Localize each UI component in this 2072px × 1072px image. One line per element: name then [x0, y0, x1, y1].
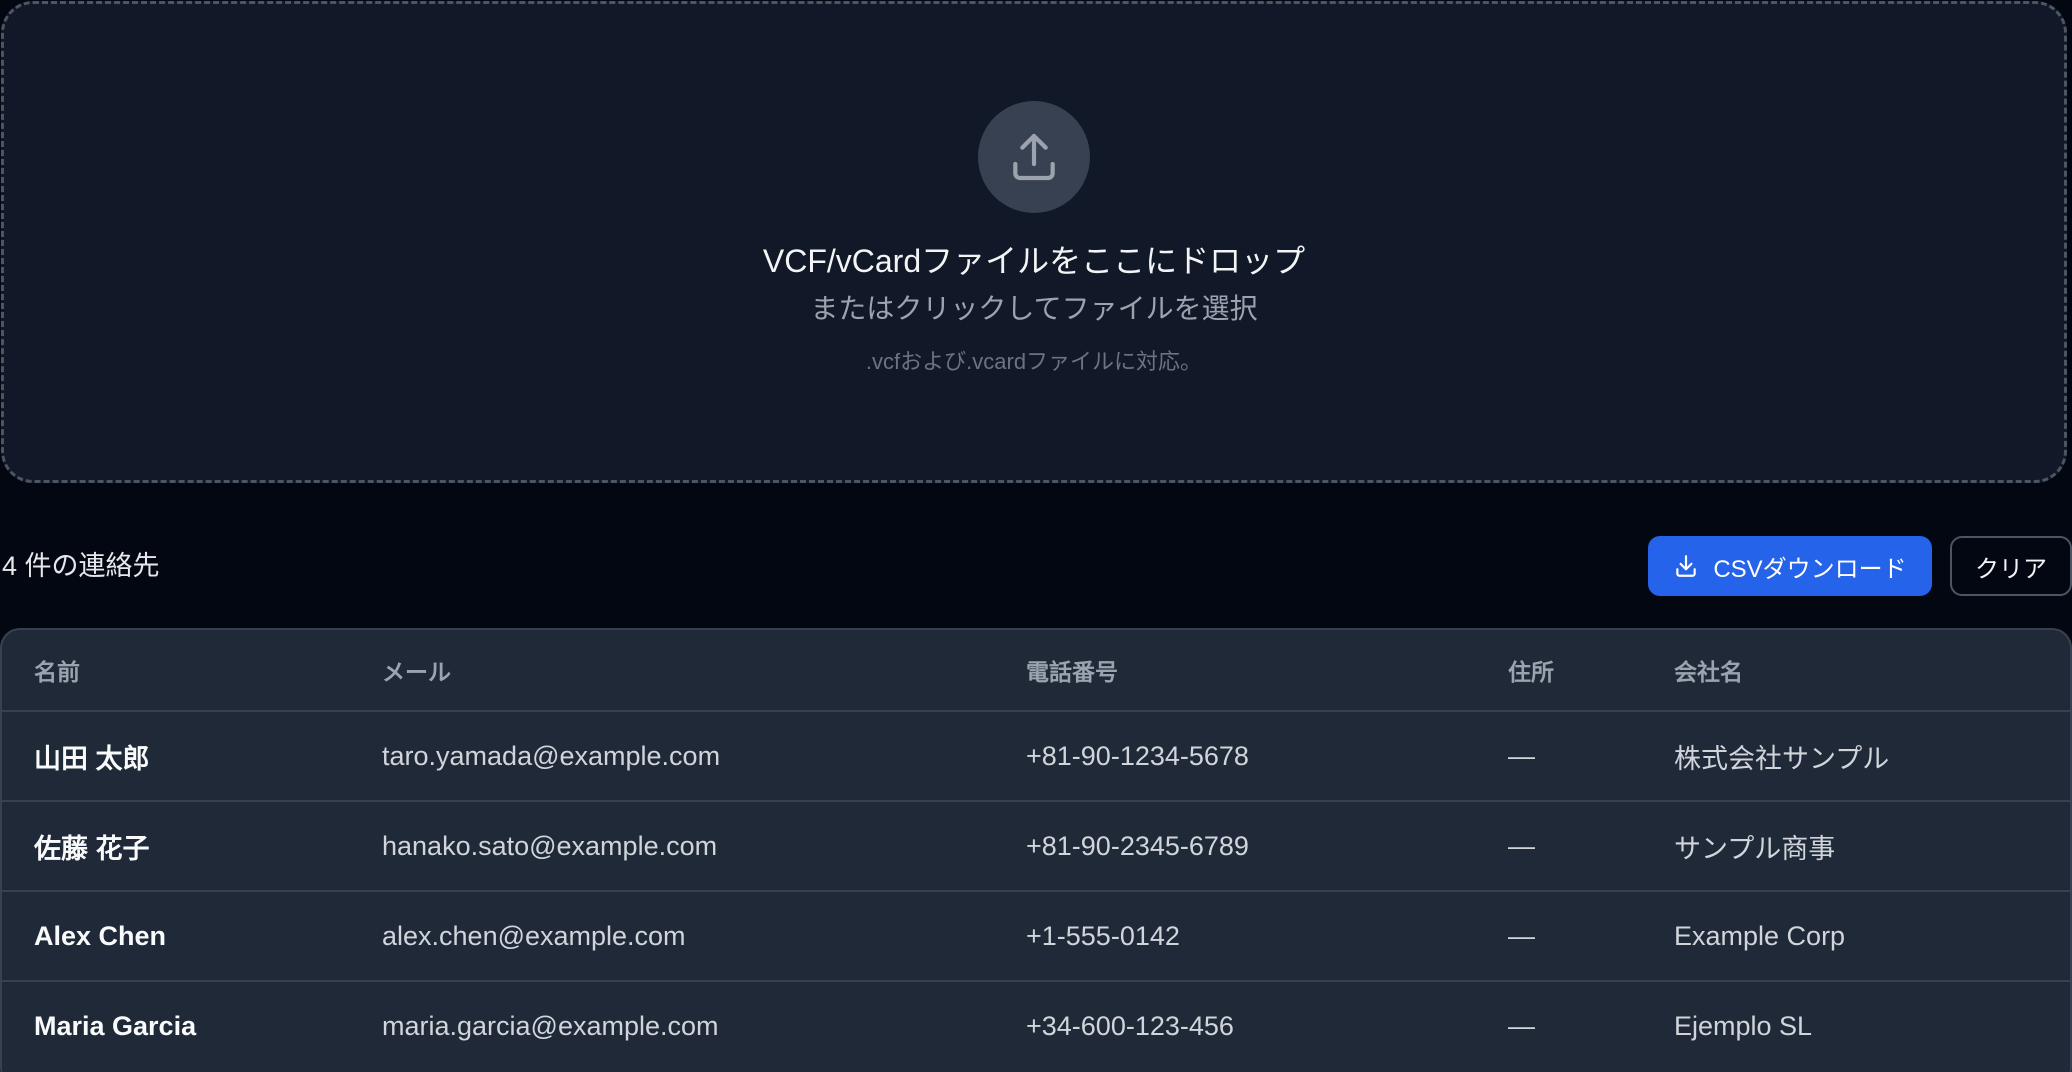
cell-email: taro.yamada@example.com	[350, 711, 994, 802]
csv-download-label: CSVダウンロード	[1713, 555, 1907, 583]
dropzone-title: VCF/vCardファイルをここにドロップ	[762, 243, 1306, 279]
page: VCF/vCardファイルをここにドロップ またはクリックしてファイルを選択 .…	[0, 0, 2072, 1072]
cell-name: 山田 太郎	[2, 711, 350, 802]
cell-phone: +81-90-2345-6789	[994, 801, 1476, 892]
cell-company: 株式会社サンプル	[1642, 711, 2070, 802]
cell-address: —	[1476, 801, 1642, 892]
results-toolbar: 4 件の連絡先 CSVダウンロード クリア	[0, 536, 2072, 596]
cell-company: Ejemplo SL	[1674, 1010, 1813, 1041]
dropzone-subtitle: またはクリックしてファイルを選択	[810, 293, 1258, 324]
column-header-name: 名前	[2, 630, 350, 712]
cell-company: サンプル商事	[1642, 801, 2070, 892]
cell-phone: +81-90-1234-5678	[994, 711, 1476, 802]
file-dropzone[interactable]: VCF/vCardファイルをここにドロップ またはクリックしてファイルを選択 .…	[1, 1, 2067, 483]
cell-email: hanako.sato@example.com	[350, 801, 994, 892]
cell-name: Alex Chen	[2, 891, 350, 982]
cell-name: Maria Garcia	[34, 1010, 197, 1041]
column-header-email: メール	[350, 630, 994, 712]
cell-address: —	[1508, 1010, 1535, 1041]
table-header-row: 名前 メール 電話番号 住所 会社名	[2, 630, 2070, 712]
dropzone-hint: .vcfおよび.vcardファイルに対応。	[865, 349, 1203, 374]
contacts-table: 名前 メール 電話番号 住所 会社名 山田 太郎 taro.yamada@exa…	[0, 628, 2072, 1072]
column-header-address: 住所	[1476, 630, 1642, 712]
cell-phone: +1-555-0142	[994, 891, 1476, 982]
table-row: 佐藤 花子 hanako.sato@example.com +81-90-234…	[2, 801, 2070, 892]
cell-email: maria.garcia@example.com	[382, 1010, 719, 1041]
column-header-phone: 電話番号	[994, 630, 1476, 712]
cell-name: 佐藤 花子	[2, 801, 350, 892]
table-row: 山田 太郎 taro.yamada@example.com +81-90-123…	[2, 711, 2070, 802]
download-icon	[1673, 553, 1699, 579]
table-row: Maria Garcia maria.garcia@example.com +3…	[2, 981, 2070, 1070]
cell-company: Example Corp	[1642, 891, 2070, 982]
clear-button[interactable]: クリア	[1950, 536, 2072, 596]
cell-address: —	[1476, 711, 1642, 802]
cell-address: —	[1476, 891, 1642, 982]
csv-download-button[interactable]: CSVダウンロード	[1648, 536, 1932, 596]
cell-email: alex.chen@example.com	[350, 891, 994, 982]
table-row: Alex Chen alex.chen@example.com +1-555-0…	[2, 891, 2070, 982]
cell-phone: +34-600-123-456	[1026, 1010, 1234, 1041]
upload-icon	[978, 101, 1090, 213]
column-header-company: 会社名	[1642, 630, 2070, 712]
contact-count: 4 件の連絡先	[2, 551, 160, 581]
